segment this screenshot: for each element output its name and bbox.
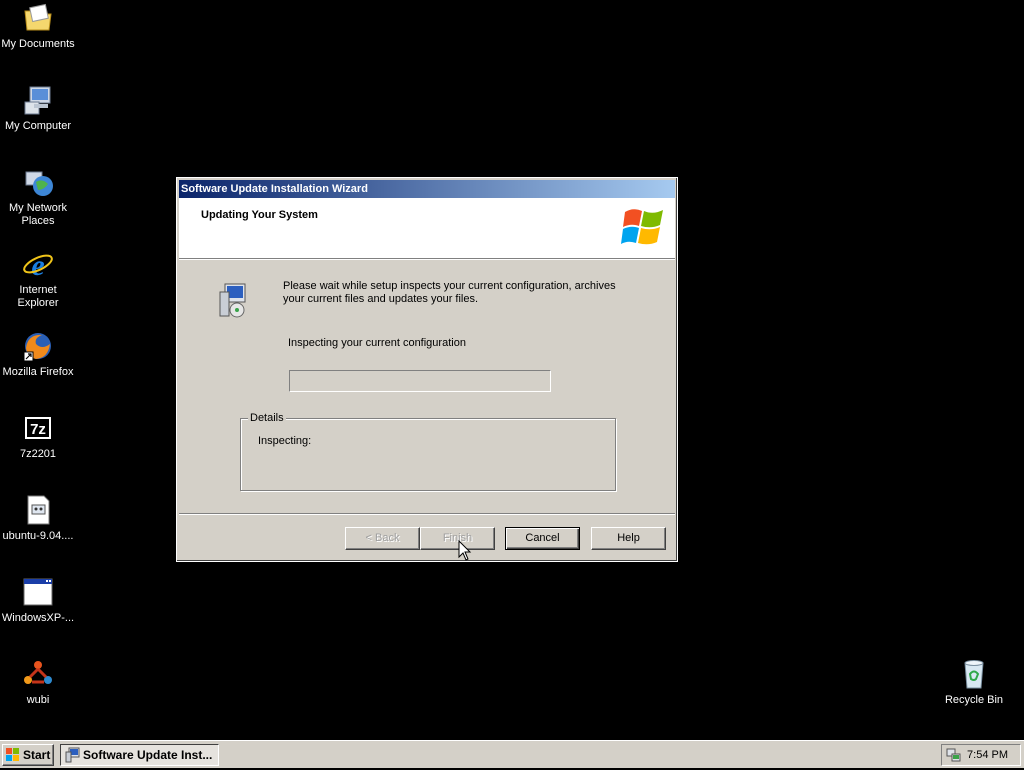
desktop-icon-label: wubi — [26, 694, 50, 706]
details-groupbox: Details Inspecting: — [240, 412, 616, 491]
windows-flag-icon — [6, 748, 20, 762]
wizard-window: Software Update Installation Wizard Upda… — [176, 177, 678, 562]
folder-icon — [22, 2, 54, 34]
application-window-icon — [22, 576, 54, 608]
firefox-icon — [22, 330, 54, 362]
wizard-title-bar[interactable]: Software Update Installation Wizard — [179, 180, 675, 198]
setup-computer-icon — [217, 282, 253, 320]
desktop-icon-mozilla-firefox[interactable]: Mozilla Firefox — [0, 330, 76, 379]
desktop-icon-my-computer[interactable]: My Computer — [0, 84, 76, 133]
desktop-icon-internet-explorer[interactable]: e Internet Explorer — [0, 248, 76, 310]
intro-text: Please wait while setup inspects your cu… — [283, 280, 616, 305]
taskbar: Start Software Update Inst... 7:54 PM — [0, 740, 1024, 768]
mouse-cursor-icon — [458, 539, 472, 562]
desktop-icon-7z2201[interactable]: 7z 7z2201 — [0, 412, 76, 461]
windows-logo-icon — [621, 204, 667, 250]
clock[interactable]: 7:54 PM — [967, 745, 1008, 765]
desktop-icon-ubuntu[interactable]: ubuntu-9.04.... — [0, 494, 76, 543]
desktop-icon-label: ubuntu-9.04.... — [2, 530, 74, 542]
file-icon — [22, 494, 54, 526]
desktop-icon-label: My Computer — [4, 120, 72, 132]
status-text: Inspecting your current configuration — [288, 337, 466, 349]
header-title: Updating Your System — [201, 209, 318, 221]
help-button[interactable]: Help — [591, 527, 666, 550]
svg-text:7z: 7z — [30, 421, 46, 438]
computer-icon — [22, 84, 54, 116]
desktop-icon-label: Recycle Bin — [944, 694, 1004, 706]
7zip-icon: 7z — [22, 412, 54, 444]
desktop-icon-wubi[interactable]: wubi — [0, 658, 76, 707]
details-text: Inspecting: — [258, 435, 312, 447]
recycle-bin-icon — [958, 658, 990, 690]
network-connection-icon[interactable] — [946, 747, 962, 763]
start-button[interactable]: Start — [2, 744, 54, 766]
system-tray: 7:54 PM — [941, 744, 1021, 766]
progress-bar — [289, 370, 551, 392]
back-button[interactable]: < Back — [345, 527, 420, 550]
svg-text:e: e — [31, 249, 44, 280]
wizard-title: Software Update Installation Wizard — [181, 183, 368, 195]
desktop-icon-label: Internet Explorer — [17, 284, 59, 309]
desktop-icon-label: My Network Places — [8, 202, 68, 227]
details-legend: Details — [248, 412, 286, 424]
network-globe-icon — [22, 166, 54, 198]
desktop-icon-label: 7z2201 — [19, 448, 57, 460]
taskbar-item-software-update[interactable]: Software Update Inst... — [60, 744, 219, 766]
cancel-button[interactable]: Cancel — [505, 527, 580, 550]
button-separator — [179, 513, 675, 515]
wubi-icon — [22, 658, 54, 690]
setup-app-icon — [65, 747, 81, 763]
desktop-icon-label: WindowsXP-... — [1, 612, 75, 624]
start-label: Start — [23, 748, 51, 762]
header-separator — [179, 259, 675, 260]
internet-explorer-icon: e — [22, 248, 54, 282]
wizard-header: Updating Your System — [179, 198, 675, 259]
desktop-icon-my-documents[interactable]: My Documents — [0, 2, 76, 51]
desktop-icon-windowsxp[interactable]: WindowsXP-... — [0, 576, 76, 625]
desktop-icon-recycle-bin[interactable]: Recycle Bin — [936, 658, 1012, 707]
desktop-icon-label: My Documents — [1, 38, 75, 50]
taskbar-item-label: Software Update Inst... — [83, 748, 213, 762]
desktop-icon-my-network-places[interactable]: My Network Places — [0, 166, 76, 228]
desktop-icon-label: Mozilla Firefox — [2, 366, 74, 378]
